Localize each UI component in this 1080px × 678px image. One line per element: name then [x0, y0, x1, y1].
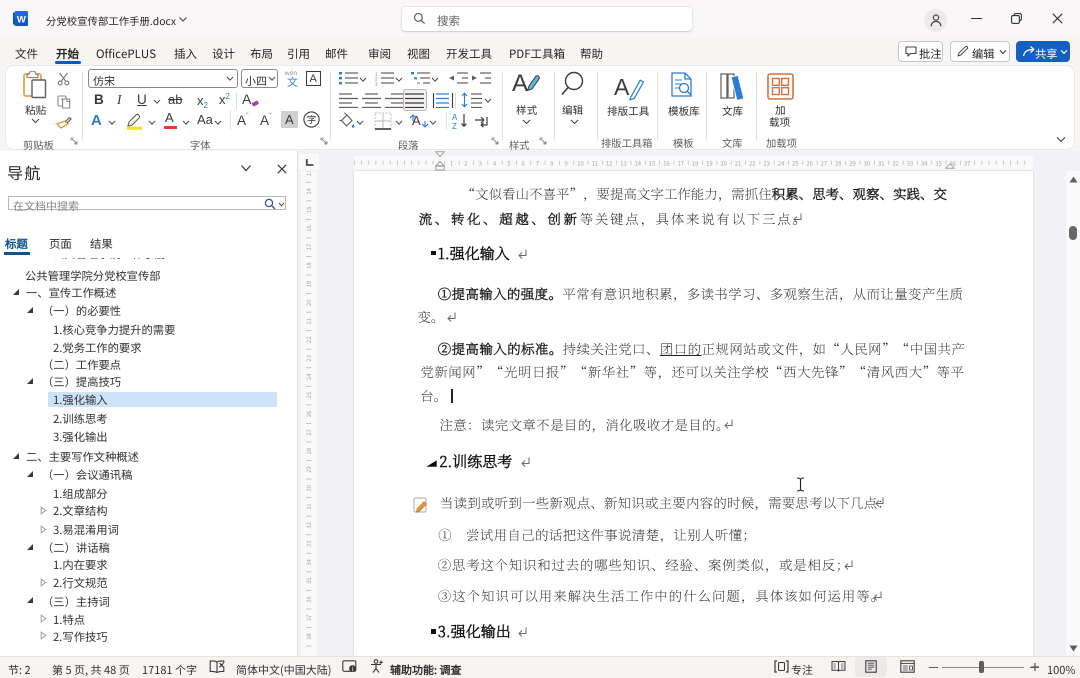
svg-text:2: 2 [464, 159, 467, 168]
svg-text:21: 21 [304, 318, 313, 325]
svg-text:26: 26 [304, 410, 313, 417]
svg-text:35: 35 [935, 159, 942, 168]
svg-text:14: 14 [304, 187, 313, 194]
svg-text:25: 25 [792, 159, 799, 168]
svg-text:W: W [17, 14, 26, 25]
svg-text:31: 31 [878, 159, 885, 168]
svg-text:14: 14 [634, 159, 641, 168]
svg-text:8: 8 [550, 159, 553, 168]
svg-text:30: 30 [304, 485, 313, 492]
svg-text:21: 21 [735, 159, 742, 168]
svg-text:27: 27 [304, 429, 313, 436]
svg-text:1: 1 [450, 159, 453, 168]
svg-text:Z: Z [452, 122, 457, 130]
svg-text:11: 11 [592, 159, 599, 168]
svg-text:6: 6 [522, 159, 526, 168]
svg-text:18: 18 [692, 159, 699, 168]
svg-text:36: 36 [304, 596, 313, 603]
svg-text:7: 7 [536, 159, 539, 168]
svg-text:4: 4 [493, 159, 497, 168]
svg-text:A: A [512, 70, 528, 96]
svg-text:30: 30 [864, 159, 871, 168]
svg-text:24: 24 [778, 159, 785, 168]
svg-text:29: 29 [849, 159, 856, 168]
svg-text:34: 34 [921, 159, 928, 168]
svg-text:34: 34 [304, 558, 313, 565]
svg-text:26: 26 [806, 159, 813, 168]
svg-text:23: 23 [304, 355, 313, 362]
svg-text:12: 12 [606, 159, 613, 168]
svg-text:20: 20 [304, 299, 313, 306]
svg-text:37: 37 [304, 615, 313, 622]
svg-text:20: 20 [720, 159, 727, 168]
svg-text:22: 22 [749, 159, 756, 168]
svg-text:37: 37 [964, 159, 971, 168]
svg-text:17: 17 [304, 244, 313, 251]
svg-text:33: 33 [304, 541, 313, 548]
svg-text:35: 35 [304, 578, 313, 585]
svg-text:15: 15 [649, 159, 656, 168]
svg-text:17: 17 [677, 159, 684, 168]
svg-text:18: 18 [304, 262, 313, 269]
svg-text:19: 19 [706, 159, 713, 168]
svg-text:5: 5 [507, 159, 510, 168]
svg-text:31: 31 [304, 503, 313, 510]
svg-text:3: 3 [375, 82, 378, 87]
svg-text:15: 15 [304, 207, 313, 214]
svg-text:29: 29 [304, 466, 313, 473]
svg-text:19: 19 [304, 281, 313, 288]
svg-text:27: 27 [821, 159, 828, 168]
svg-text:16: 16 [304, 225, 313, 232]
svg-text:23: 23 [763, 159, 770, 168]
svg-text:28: 28 [835, 159, 842, 168]
svg-text:i: i [352, 666, 353, 673]
svg-text:22: 22 [304, 337, 313, 344]
svg-text:32: 32 [304, 522, 313, 529]
svg-text:A: A [452, 113, 458, 122]
svg-text:3: 3 [479, 159, 482, 168]
svg-text:32: 32 [892, 159, 899, 168]
svg-text:28: 28 [304, 448, 313, 455]
svg-text:A: A [614, 74, 630, 100]
svg-text:13: 13 [620, 159, 627, 168]
svg-text:25: 25 [304, 392, 313, 399]
svg-text:38: 38 [304, 633, 313, 640]
svg-text:33: 33 [907, 159, 914, 168]
svg-text:10: 10 [577, 159, 584, 168]
svg-text:9: 9 [565, 159, 568, 168]
svg-text:16: 16 [663, 159, 670, 168]
svg-text:13: 13 [304, 171, 313, 176]
svg-text:24: 24 [304, 373, 313, 380]
svg-text:字: 字 [307, 112, 317, 126]
